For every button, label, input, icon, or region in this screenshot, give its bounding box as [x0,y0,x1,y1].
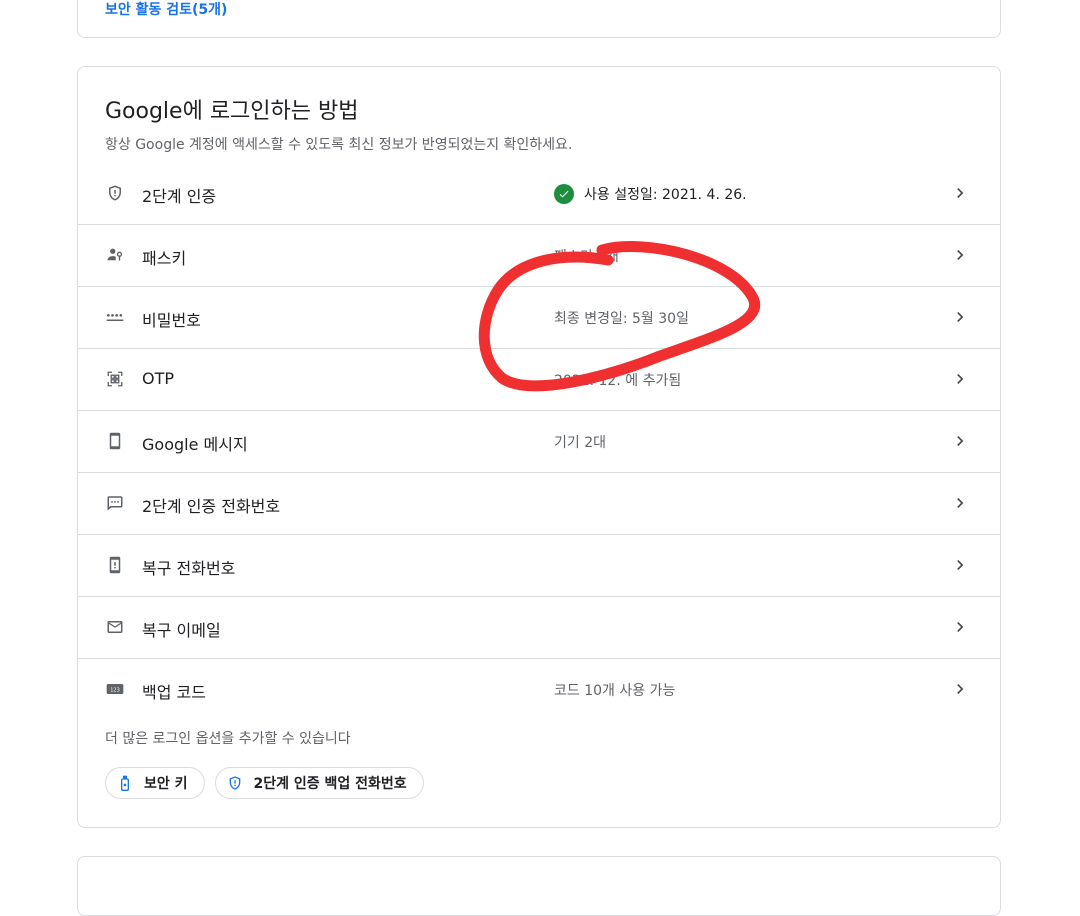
svg-text:123: 123 [110,688,120,694]
row-value: 코드 10개 사용 가능 [554,683,676,699]
add-options-chips: 보안 키 2단계 인증 백업 전화번호 [105,767,424,799]
row-value: 패스키 2개 [554,249,619,265]
chevron-right-icon [957,560,964,570]
signin-methods-list: 2단계 인증 사용 설정일: 2021. 4. 26. 패스키 패스키 2개 비… [78,163,1000,720]
row-label: 패스키 [142,249,187,268]
chevron-right-icon [957,188,964,198]
review-security-activity-link[interactable]: 보안 활동 검토(5개) [105,0,227,19]
row-label: 복구 전화번호 [142,559,236,578]
row-password[interactable]: 비밀번호 최종 변경일: 5월 30일 [78,287,1000,349]
shield-icon [226,774,244,792]
add-security-key-chip[interactable]: 보안 키 [105,767,205,799]
backup-codes-icon: 123 [105,679,125,699]
section-subtitle: 항상 Google 계정에 액세스할 수 있도록 최신 정보가 반영되었는지 확… [105,137,573,153]
passkey-icon [105,245,125,265]
security-key-icon [116,774,134,792]
row-label: 비밀번호 [142,311,201,330]
row-value: 최종 변경일: 5월 30일 [554,311,689,327]
row-label: 백업 코드 [142,683,206,702]
row-passkeys[interactable]: 패스키 패스키 2개 [78,225,1000,287]
row-value: 사용 설정일: 2021. 4. 26. [554,184,747,204]
signin-methods-card: Google에 로그인하는 방법 항상 Google 계정에 액세스할 수 있도… [77,66,1001,828]
row-label: 2단계 인증 [142,187,217,206]
row-recovery-phone[interactable]: 복구 전화번호 [78,535,1000,597]
chevron-right-icon [957,498,964,508]
sms-icon [105,493,125,513]
row-value-text: 사용 설정일: 2021. 4. 26. [584,187,747,203]
row-backup-codes[interactable]: 123 백업 코드 코드 10개 사용 가능 [78,659,1000,720]
row-label: OTP [142,369,175,388]
row-recovery-email[interactable]: 복구 이메일 [78,597,1000,659]
row-2step-verification[interactable]: 2단계 인증 사용 설정일: 2021. 4. 26. [78,163,1000,225]
chevron-right-icon [957,436,964,446]
chevron-right-icon [957,622,964,632]
shield-icon [105,183,125,203]
mail-icon [105,617,125,637]
add-backup-phone-chip[interactable]: 2단계 인증 백업 전화번호 [214,767,424,799]
next-section-card [77,856,1001,916]
row-otp[interactable]: OTP 2022. 12. 에 추가됨 [78,349,1000,411]
section-title: Google에 로그인하는 방법 [105,99,359,124]
row-2step-phone[interactable]: 2단계 인증 전화번호 [78,473,1000,535]
row-google-messages[interactable]: Google 메시지 기기 2대 [78,411,1000,473]
row-label: 2단계 인증 전화번호 [142,497,281,516]
security-activity-card: 보안 활동 검토(5개) [77,0,1001,38]
chevron-right-icon [957,684,964,694]
row-label: Google 메시지 [142,435,248,454]
row-value: 2022. 12. 에 추가됨 [554,373,682,389]
chevron-right-icon [957,374,964,384]
chevron-right-icon [957,250,964,260]
qr-code-icon [105,369,125,389]
smartphone-icon [105,431,125,451]
phone-alert-icon [105,555,125,575]
chip-label: 보안 키 [144,776,188,792]
row-label: 복구 이메일 [142,621,221,640]
check-circle-icon [554,184,574,204]
more-options-text: 더 많은 로그인 옵션을 추가할 수 있습니다 [105,731,351,747]
chip-label: 2단계 인증 백업 전화번호 [253,776,407,792]
row-value: 기기 2대 [554,435,606,451]
chevron-right-icon [957,312,964,322]
password-dots-icon [105,307,125,327]
